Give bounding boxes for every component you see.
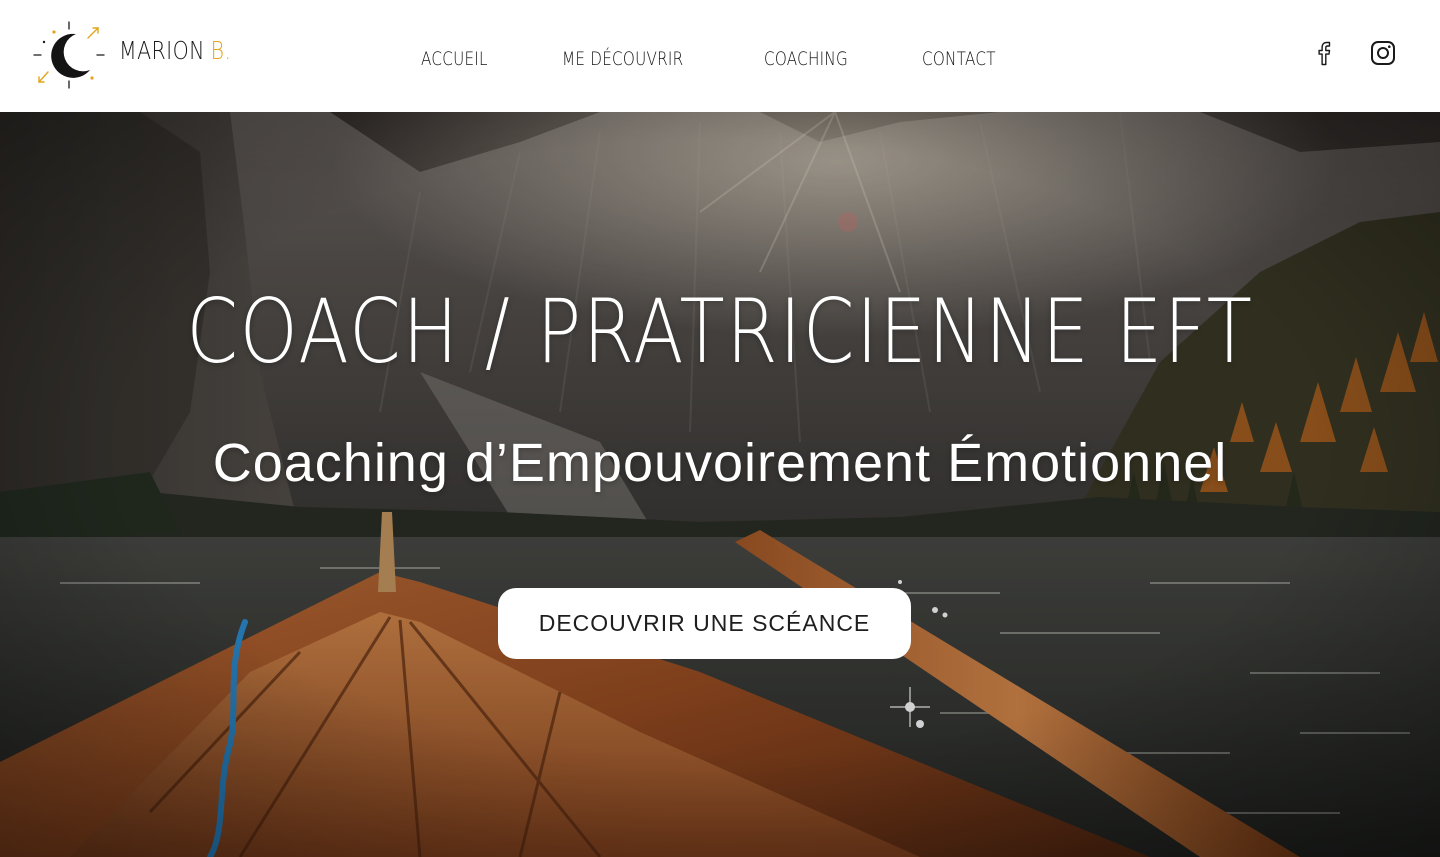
facebook-icon[interactable] (1312, 38, 1340, 68)
nav-item-accueil[interactable]: ACCUEIL (421, 48, 488, 70)
brand-name[interactable]: MARION B. (119, 36, 231, 70)
site-header: MARION B. ACCUEIL ME DÉCOUVRIR COACHING … (0, 0, 1440, 112)
nav-item-me-decouvrir[interactable]: ME DÉCOUVRIR (562, 48, 683, 70)
nav-item-contact[interactable]: CONTACT (922, 48, 996, 70)
discover-session-button[interactable]: DECOUVRIR UNE SCÉANCE (498, 588, 911, 659)
crescent-moon-compass-icon[interactable] (32, 20, 106, 90)
brand-last-initial: B. (210, 36, 232, 65)
nav-item-coaching[interactable]: COACHING (764, 48, 848, 70)
hero-title: COACH / PRATRICIENNE EFT (186, 280, 1254, 383)
hero-subtitle: Coaching d’Empouvoirement Émotionnel (212, 433, 1228, 493)
brand-first-name: MARION (119, 36, 205, 65)
hero-section: COACH / PRATRICIENNE EFT Coaching d’Empo… (0, 112, 1440, 857)
instagram-icon[interactable] (1369, 38, 1397, 68)
